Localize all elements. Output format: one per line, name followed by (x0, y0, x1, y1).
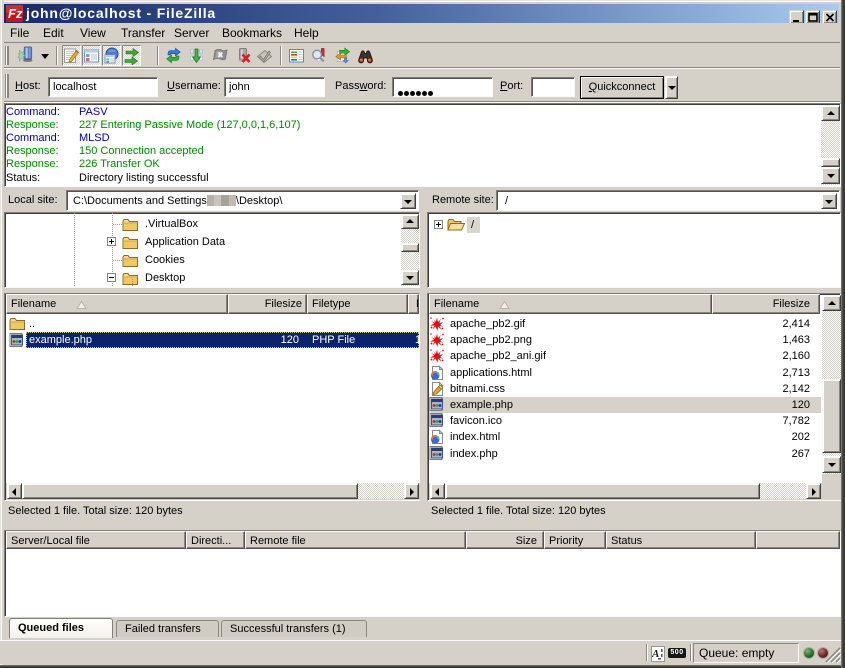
svg-text:Fz: Fz (8, 6, 23, 21)
